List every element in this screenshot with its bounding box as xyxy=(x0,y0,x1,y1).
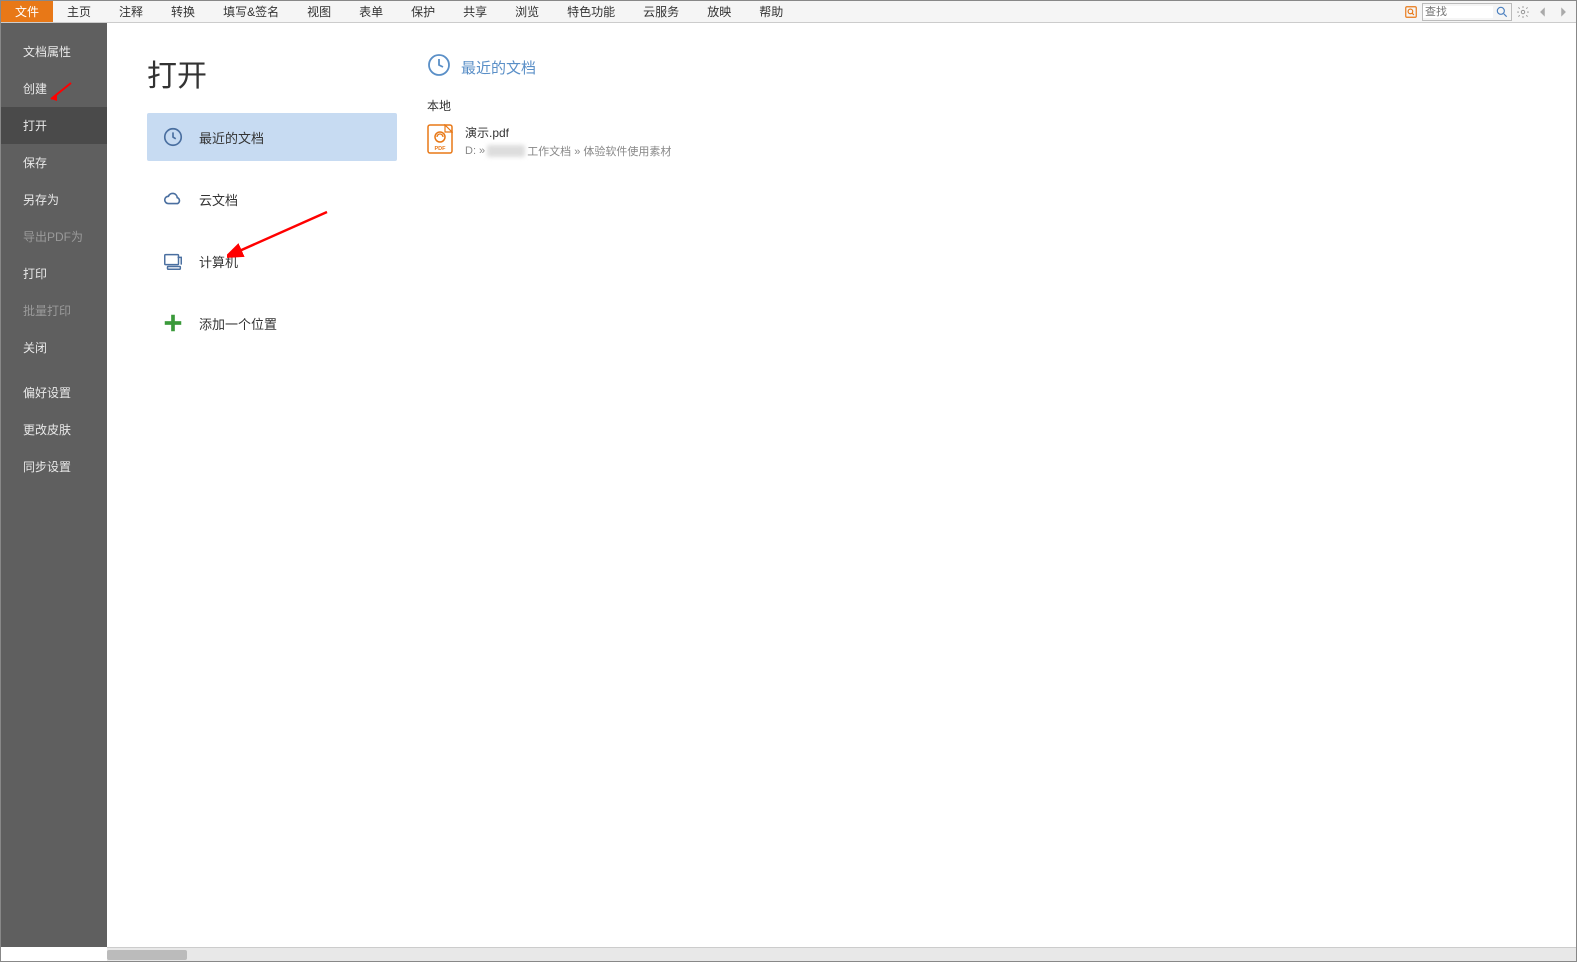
file-path-label: D: » xxxx 工作文档 » 体验软件使用素材 xyxy=(465,143,671,159)
menu-tab-protect[interactable]: 保护 xyxy=(397,1,449,22)
menu-tab-file[interactable]: 文件 xyxy=(1,1,53,22)
sidebar-item-exportpdf[interactable]: 导出PDF为 xyxy=(1,218,107,255)
option-label: 添加一个位置 xyxy=(199,314,277,333)
menu-tab-share[interactable]: 共享 xyxy=(449,1,501,22)
cloud-icon xyxy=(161,187,185,211)
menu-tab-convert[interactable]: 转换 xyxy=(157,1,209,22)
menu-tab-help[interactable]: 帮助 xyxy=(745,1,797,22)
sidebar-item-print[interactable]: 打印 xyxy=(1,255,107,292)
file-sidebar: 文档属性 创建 打开 保存 另存为 导出PDF为 打印 批量打印 关闭 偏好设置… xyxy=(1,23,107,947)
search-icon[interactable] xyxy=(1493,3,1511,21)
sidebar-item-prefs[interactable]: 偏好设置 xyxy=(1,374,107,411)
option-addplace[interactable]: 添加一个位置 xyxy=(147,299,397,347)
clock-icon xyxy=(427,53,451,81)
recent-header-label: 最近的文档 xyxy=(461,57,536,78)
sidebar-item-saveas[interactable]: 另存为 xyxy=(1,181,107,218)
page-title: 打开 xyxy=(147,51,397,95)
scrollbar-thumb[interactable] xyxy=(107,950,187,960)
sidebar-item-sync[interactable]: 同步设置 xyxy=(1,448,107,485)
sidebar-item-create[interactable]: 创建 xyxy=(1,70,107,107)
recent-file-row[interactable]: PDF 演示.pdf D: » xxxx 工作文档 » 体验软件使用素材 xyxy=(427,120,1576,163)
clock-icon xyxy=(161,125,185,149)
sidebar-item-docprops[interactable]: 文档属性 xyxy=(1,33,107,70)
top-menubar: 文件 主页 注释 转换 填写&签名 视图 表单 保护 共享 浏览 特色功能 云服… xyxy=(1,1,1576,23)
sidebar-item-batchprint[interactable]: 批量打印 xyxy=(1,292,107,329)
option-cloud[interactable]: 云文档 xyxy=(147,175,397,223)
menu-tab-view[interactable]: 视图 xyxy=(293,1,345,22)
open-options-panel: 打开 最近的文档 云文档 xyxy=(107,23,397,947)
menu-tab-home[interactable]: 主页 xyxy=(53,1,105,22)
recent-files-panel: 最近的文档 本地 PDF 演示.pdf D: » xyxy=(397,23,1576,947)
plus-icon xyxy=(161,311,185,335)
svg-text:PDF: PDF xyxy=(435,146,447,152)
menu-tab-cloud[interactable]: 云服务 xyxy=(629,1,693,22)
nav-back-icon[interactable] xyxy=(1534,3,1552,21)
menu-tab-annotate[interactable]: 注释 xyxy=(105,1,157,22)
search-ocr-icon[interactable] xyxy=(1402,3,1420,21)
sidebar-item-close[interactable]: 关闭 xyxy=(1,329,107,366)
menu-tab-form[interactable]: 表单 xyxy=(345,1,397,22)
horizontal-scrollbar[interactable] xyxy=(107,947,1576,961)
gear-icon[interactable] xyxy=(1514,3,1532,21)
nav-forward-icon[interactable] xyxy=(1554,3,1572,21)
menu-tab-play[interactable]: 放映 xyxy=(693,1,745,22)
section-local-label: 本地 xyxy=(427,97,1576,114)
search-input[interactable] xyxy=(1423,6,1493,18)
pdf-file-icon: PDF xyxy=(427,124,453,154)
option-label: 云文档 xyxy=(199,190,238,209)
option-computer[interactable]: 计算机 xyxy=(147,237,397,285)
menu-tab-feature[interactable]: 特色功能 xyxy=(553,1,629,22)
computer-icon xyxy=(161,249,185,273)
option-label: 计算机 xyxy=(199,252,238,271)
option-recent[interactable]: 最近的文档 xyxy=(147,113,397,161)
recent-header: 最近的文档 xyxy=(427,53,1576,81)
option-label: 最近的文档 xyxy=(199,128,264,147)
menu-tab-browse[interactable]: 浏览 xyxy=(501,1,553,22)
sidebar-item-save[interactable]: 保存 xyxy=(1,144,107,181)
sidebar-item-skin[interactable]: 更改皮肤 xyxy=(1,411,107,448)
menu-tab-fill-sign[interactable]: 填写&签名 xyxy=(209,1,293,22)
sidebar-item-open[interactable]: 打开 xyxy=(1,107,107,144)
search-box[interactable] xyxy=(1422,3,1512,21)
file-name-label: 演示.pdf xyxy=(465,124,671,141)
